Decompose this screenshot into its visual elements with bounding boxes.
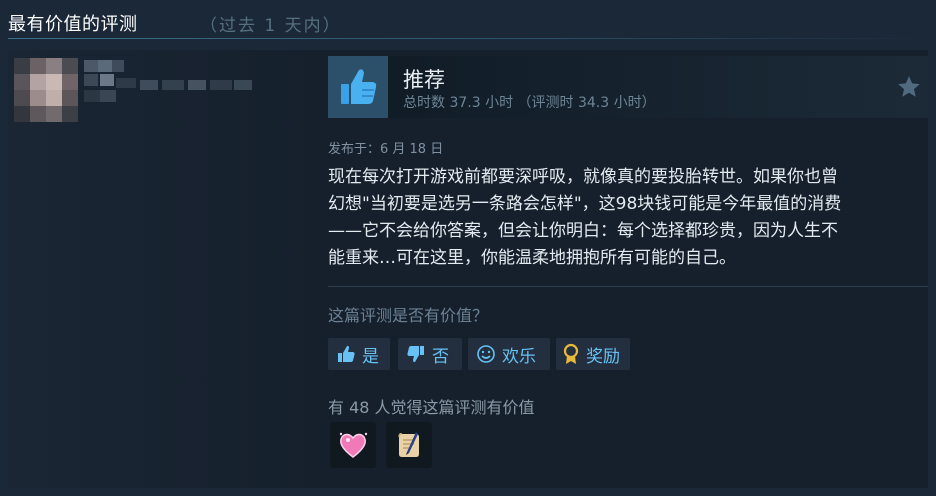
helpful-question: 这篇评测是否有价值？: [328, 306, 489, 325]
review-card: 推荐 总时数 37.3 小时 （评测时 34.3 小时） 发布于：6 月 18 …: [8, 50, 928, 488]
review-body: 现在每次打开游戏前都要深呼吸，就像真的要投胎转世。如果你也曾 幻想"当初要是选另…: [328, 164, 923, 272]
thumbs-up-icon: [338, 345, 355, 362]
vote-no-label: 否: [432, 346, 449, 367]
posted-date: 发布于：6 月 18 日: [328, 142, 444, 157]
avatar[interactable]: [14, 58, 78, 122]
review-line: 能重来…可在这里，你能温柔地拥抱所有可能的自己。: [328, 248, 736, 268]
review-line: ——它不会给你答案，但会让你明白：每个选择都珍贵，因为人生不: [328, 221, 838, 241]
header-divider: [8, 38, 928, 39]
award-label: 奖励: [586, 346, 620, 367]
review-line: 幻想"当初要是选另一条路会怎样"，这98块钱可能是今年最值的消费: [328, 194, 842, 214]
divider: [328, 286, 928, 287]
review-content: 推荐 总时数 37.3 小时 （评测时 34.3 小时） 发布于：6 月 18 …: [328, 50, 928, 488]
thumb-box: [328, 56, 388, 118]
helpful-count: 有 48 人觉得这篇评测有价值: [328, 398, 535, 417]
star-button[interactable]: [896, 74, 922, 100]
reviewer-name-blurred[interactable]: [84, 60, 264, 108]
section-title: 最有价值的评测: [8, 14, 138, 35]
award-button[interactable]: 奖励: [556, 338, 630, 370]
scroll-quill-icon: [398, 432, 419, 457]
award-scroll[interactable]: [386, 422, 432, 468]
vote-yes-label: 是: [362, 346, 379, 367]
vote-funny-label: 欢乐: [502, 346, 536, 367]
heart-sticker-icon: [339, 432, 368, 458]
smiley-icon: [477, 345, 495, 363]
section-header: 最有价值的评测 （过去 1 天内）: [0, 0, 936, 40]
review-verdict: 推荐: [403, 68, 445, 92]
vote-yes-button[interactable]: 是: [328, 338, 390, 370]
reviewer-panel: [8, 50, 313, 488]
vote-header: 推荐 总时数 37.3 小时 （评测时 34.3 小时）: [328, 56, 928, 118]
award-ribbon-icon: [563, 343, 579, 364]
star-icon: [898, 76, 920, 97]
thumbs-down-icon: [407, 346, 424, 363]
vote-no-button[interactable]: 否: [398, 338, 462, 370]
thumbs-up-icon: [341, 69, 377, 104]
playtime-hours: 总时数 37.3 小时 （评测时 34.3 小时）: [403, 95, 656, 111]
review-line: 现在每次打开游戏前都要深呼吸，就像真的要投胎转世。如果你也曾: [328, 167, 838, 187]
section-subtitle: （过去 1 天内）: [200, 16, 342, 36]
award-heart[interactable]: [330, 422, 376, 468]
vote-funny-button[interactable]: 欢乐: [468, 338, 550, 370]
